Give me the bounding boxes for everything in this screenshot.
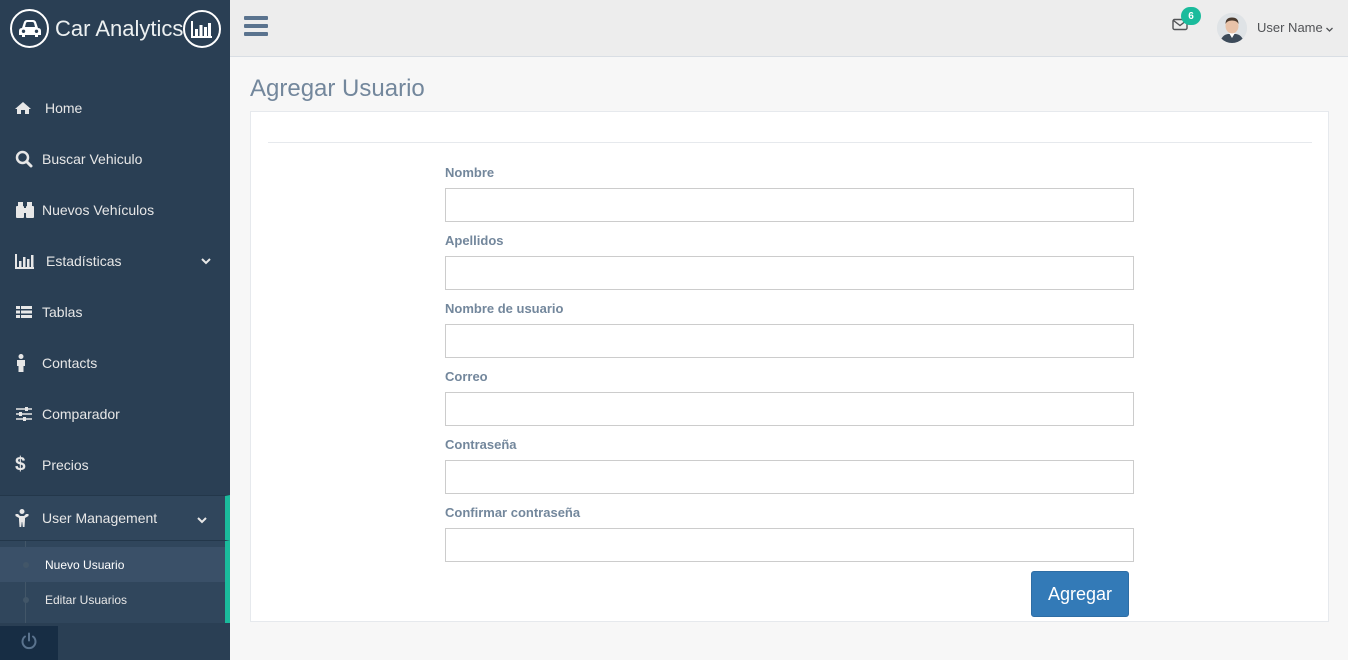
submenu-item-nuevo-usuario[interactable]: Nuevo Usuario: [0, 547, 225, 582]
home-icon: [14, 101, 40, 115]
sidebar: Car Analytics Home Buscar Vehiculo Nuevo…: [0, 0, 230, 660]
sidebar-item-nuevos-vehiculos[interactable]: Nuevos Vehículos: [0, 184, 230, 235]
user-management-submenu: Nuevo Usuario Editar Usuarios: [0, 541, 230, 623]
nombre-label: Nombre: [445, 165, 495, 180]
child-icon: [15, 509, 41, 527]
top-navbar: 6 User Name: [230, 0, 1348, 57]
confirm-password-group: Confirmar contraseña: [445, 505, 1134, 562]
panel-divider: [268, 142, 1312, 143]
submenu-item-editar-usuarios[interactable]: Editar Usuarios: [0, 582, 225, 617]
car-icon: [10, 9, 49, 48]
form-panel: Nombre Apellidos Nombre de usuario Corre…: [250, 111, 1329, 622]
apellidos-group: Apellidos: [445, 233, 1134, 290]
sidebar-item-label: Home: [45, 99, 83, 116]
sidebar-item-tablas[interactable]: Tablas: [0, 286, 230, 337]
add-user-form: Nombre Apellidos Nombre de usuario Corre…: [445, 165, 1134, 573]
power-icon: [20, 632, 38, 655]
apellidos-label: Apellidos: [445, 233, 504, 248]
sidebar-item-label: Precios: [42, 456, 89, 473]
dollar-icon: $: [15, 453, 26, 475]
nombre-group: Nombre: [445, 165, 1134, 222]
sidebar-item-label: Estadísticas: [46, 252, 122, 269]
chevron-down-icon: [196, 512, 208, 528]
password-label: Contraseña: [445, 437, 517, 452]
avatar[interactable]: [1217, 13, 1247, 43]
sidebar-item-label: Nuevos Vehículos: [42, 201, 155, 218]
sliders-icon: [15, 406, 41, 421]
submenu-dot: [23, 597, 29, 603]
password-field[interactable]: [445, 460, 1134, 494]
sidebar-item-buscar-vehiculo[interactable]: Buscar Vehiculo: [0, 133, 230, 184]
chevron-down-icon[interactable]: [1325, 21, 1334, 39]
sidebar-item-label: Contacts: [42, 354, 98, 371]
page-title: Agregar Usuario: [250, 75, 425, 102]
correo-group: Correo: [445, 369, 1134, 426]
sidebar-item-precios[interactable]: $ Precios: [0, 439, 230, 490]
user-name[interactable]: User Name: [1257, 20, 1323, 35]
apellidos-field[interactable]: [445, 256, 1134, 290]
sidebar-item-estadisticas[interactable]: Estadísticas: [0, 235, 230, 286]
nombre-field[interactable]: [445, 188, 1134, 222]
password-group: Contraseña: [445, 437, 1134, 494]
logout-button[interactable]: [0, 626, 58, 660]
submenu-item-label: Nuevo Usuario: [45, 557, 125, 572]
binoculars-icon: [15, 201, 41, 219]
sidebar-item-user-management[interactable]: User Management: [0, 495, 230, 541]
sidebar-item-label: User Management: [42, 510, 158, 526]
search-icon: [15, 150, 41, 168]
username-group: Nombre de usuario: [445, 301, 1134, 358]
confirm-password-label: Confirmar contraseña: [445, 505, 581, 520]
sidebar-item-home[interactable]: Home: [0, 82, 230, 133]
notification-badge: 6: [1181, 7, 1201, 25]
sidebar-item-label: Comparador: [42, 405, 120, 422]
username-label: Nombre de usuario: [445, 301, 564, 316]
sidebar-item-label: Buscar Vehiculo: [42, 150, 143, 167]
confirm-password-field[interactable]: [445, 528, 1134, 562]
sidebar-menu: Home Buscar Vehiculo Nuevos Vehículos Es…: [0, 82, 230, 623]
sidebar-item-label: Tablas: [42, 303, 83, 320]
bar-chart-icon: [183, 9, 222, 48]
chevron-down-icon: [200, 253, 212, 269]
email-field[interactable]: [445, 392, 1134, 426]
submenu-dot: [23, 562, 29, 568]
brand[interactable]: Car Analytics: [0, 0, 230, 57]
agregar-button[interactable]: Agregar: [1031, 571, 1129, 617]
sidebar-item-comparador[interactable]: Comparador: [0, 388, 230, 439]
sidebar-item-contacts[interactable]: Contacts: [0, 337, 230, 388]
correo-label: Correo: [445, 369, 488, 384]
app-title: Car Analytics: [55, 15, 184, 41]
username-field[interactable]: [445, 324, 1134, 358]
table-icon: [15, 305, 41, 319]
menu-toggle-icon[interactable]: [244, 16, 268, 38]
submenu-item-label: Editar Usuarios: [45, 592, 128, 607]
person-icon: [15, 353, 41, 372]
bar-chart-icon: [15, 253, 45, 269]
